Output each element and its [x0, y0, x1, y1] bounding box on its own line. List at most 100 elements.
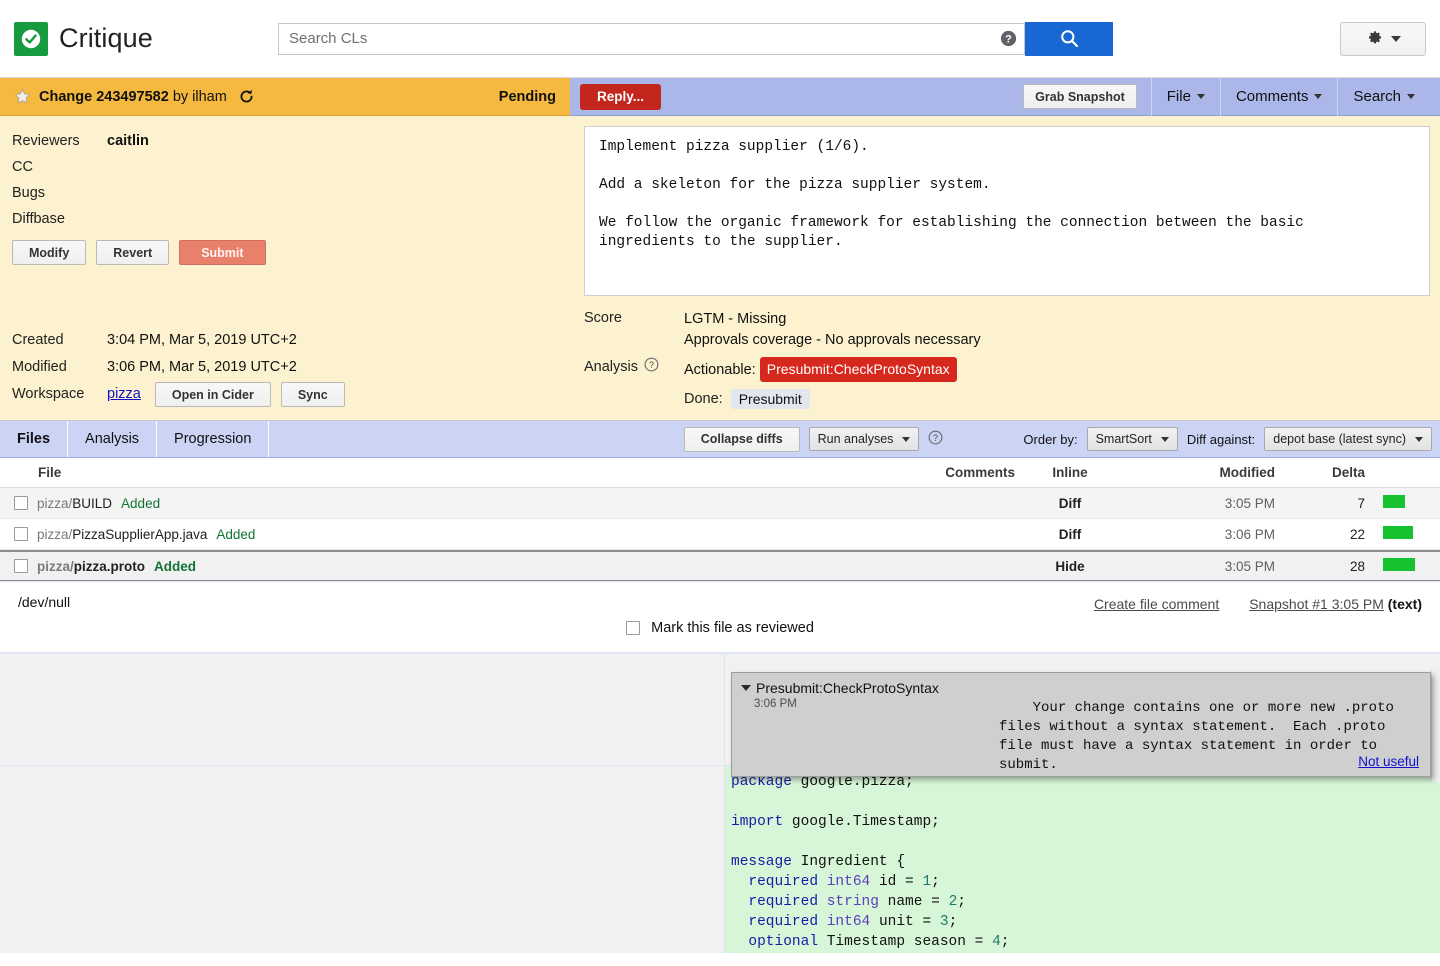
code-line: optional Timestamp season = 4; [731, 932, 1440, 952]
code-token: message [731, 854, 792, 870]
code-token: Ingredient { [792, 854, 905, 870]
file-path[interactable]: pizza/BUILD [37, 496, 112, 511]
meta-created-label: Created [12, 327, 107, 354]
file-dir: pizza/ [37, 527, 72, 542]
actionable-badge[interactable]: Presubmit:CheckProtoSyntax [760, 357, 957, 382]
search-input[interactable] [278, 23, 993, 55]
column-header-file[interactable]: File [0, 465, 820, 480]
score-line-1: LGTM - Missing [684, 309, 981, 330]
menu-file[interactable]: File [1151, 78, 1220, 116]
code-token: required [748, 914, 818, 930]
delta-bar [1383, 495, 1405, 508]
code-line: required string name = 2; [731, 892, 1440, 912]
score-line-2: Approvals coverage - No approvals necess… [684, 330, 981, 351]
code-token: required [748, 894, 818, 910]
snapshot-group: Snapshot #1 3:05 PM (text) [1249, 596, 1422, 612]
search-button[interactable] [1025, 22, 1113, 56]
comment-popup-text: Your change contains one or more new .pr… [999, 700, 1394, 773]
diff-against-select[interactable]: depot base (latest sync) [1264, 427, 1432, 451]
meta-created-value: 3:04 PM, Mar 5, 2019 UTC+2 [107, 327, 297, 354]
create-file-comment-link[interactable]: Create file comment [1094, 596, 1219, 612]
file-inline-toggle[interactable]: Hide [1015, 559, 1125, 574]
tab-analysis[interactable]: Analysis [68, 421, 157, 457]
submit-button[interactable]: Submit [179, 240, 265, 265]
tab-bar-spacer [269, 421, 683, 457]
code-line [731, 792, 1440, 812]
code-token: 2 [949, 894, 958, 910]
presubmit-comment-popup[interactable]: Presubmit:CheckProtoSyntax 3:06 PM Your … [731, 672, 1431, 777]
comment-popup-title-row[interactable]: Presubmit:CheckProtoSyntax [741, 680, 999, 696]
modify-button[interactable]: Modify [12, 240, 86, 265]
reply-button[interactable]: Reply... [580, 84, 661, 110]
open-in-cider-button[interactable]: Open in Cider [155, 382, 271, 407]
file-checkbox[interactable] [14, 527, 28, 541]
file-checkbox[interactable] [14, 496, 28, 510]
code-token: string [827, 894, 879, 910]
diff-header-links: Create file comment Snapshot #1 3:05 PM … [1094, 596, 1422, 612]
table-row[interactable]: pizza/PizzaSupplierApp.java AddedDiff3:0… [0, 519, 1440, 550]
run-analyses-button[interactable]: Run analyses [809, 427, 920, 451]
score-row: Score LGTM - Missing Approvals coverage … [584, 309, 1430, 351]
file-checkbox[interactable] [14, 559, 28, 573]
score-label: Score [584, 309, 684, 326]
change-bar-right: Reply... Grab Snapshot File Comments Sea… [570, 78, 1440, 116]
sync-button[interactable]: Sync [281, 382, 345, 407]
code-token: ; [1001, 934, 1010, 950]
tab-progression[interactable]: Progression [157, 421, 269, 457]
diff-code-pane[interactable]: package google.pizza; import google.Time… [725, 766, 1440, 953]
top-bar: Critique ? [0, 0, 1440, 78]
chevron-down-icon [902, 437, 910, 442]
file-inline-toggle[interactable]: Diff [1015, 496, 1125, 511]
diff-left-pane-top [0, 654, 725, 765]
file-dir: pizza/ [37, 496, 72, 511]
toolbar-help-icon[interactable]: ? [928, 430, 943, 448]
code-token: optional [748, 934, 818, 950]
grab-snapshot-button[interactable]: Grab Snapshot [1023, 84, 1137, 109]
file-path[interactable]: pizza/pizza.proto [37, 559, 145, 574]
triangle-down-icon[interactable] [741, 685, 751, 691]
code-token: ; [931, 874, 940, 890]
done-label: Done: [684, 391, 723, 407]
table-row[interactable]: pizza/BUILD AddedDiff3:05 PM7 [0, 488, 1440, 519]
chevron-down-icon [1197, 94, 1205, 99]
order-by-select[interactable]: SmartSort [1087, 427, 1178, 451]
settings-button[interactable] [1340, 22, 1426, 56]
files-toolbar: Collapse diffs Run analyses ? Order by: … [684, 421, 1440, 457]
order-by-value: SmartSort [1096, 432, 1152, 446]
file-inline-toggle[interactable]: Diff [1015, 527, 1125, 542]
brand[interactable]: Critique [14, 22, 254, 56]
change-description[interactable]: Implement pizza supplier (1/6). Add a sk… [584, 126, 1430, 296]
snapshot-link[interactable]: Snapshot #1 3:05 PM [1249, 596, 1384, 612]
refresh-icon[interactable] [238, 88, 255, 105]
star-icon[interactable] [14, 88, 31, 105]
file-path[interactable]: pizza/PizzaSupplierApp.java [37, 527, 207, 542]
code-token: id = [870, 874, 922, 890]
column-header-comments[interactable]: Comments [820, 465, 1015, 480]
mark-reviewed-checkbox[interactable] [626, 621, 640, 635]
menu-comments[interactable]: Comments [1220, 78, 1338, 116]
not-useful-link[interactable]: Not useful [1358, 752, 1419, 771]
file-table-header: File Comments Inline Modified Delta [0, 458, 1440, 488]
table-row[interactable]: pizza/pizza.proto AddedHide3:05 PM28 [0, 550, 1440, 581]
delta-bar [1383, 526, 1413, 539]
file-dir: pizza/ [37, 559, 74, 574]
column-header-modified[interactable]: Modified [1125, 465, 1275, 480]
meta-created: Created 3:04 PM, Mar 5, 2019 UTC+2 [12, 327, 557, 354]
code-token: 4 [992, 934, 1001, 950]
tab-files[interactable]: Files [0, 421, 68, 457]
change-info-panel: Reviewers caitlin CC Bugs Diffbase Modif… [0, 116, 1440, 421]
workspace-link[interactable]: pizza [107, 381, 141, 408]
revert-button[interactable]: Revert [96, 240, 169, 265]
collapse-diffs-button[interactable]: Collapse diffs [684, 427, 800, 452]
column-header-inline[interactable]: Inline [1015, 465, 1125, 480]
column-header-delta[interactable]: Delta [1275, 465, 1365, 480]
help-circle-icon[interactable]: ? [644, 357, 659, 376]
menu-search[interactable]: Search [1337, 78, 1430, 116]
file-delta-bar-cell [1365, 495, 1440, 511]
file-modified-cell: 3:05 PM [1125, 496, 1275, 511]
field-reviewers-value[interactable]: caitlin [107, 128, 149, 154]
done-badge[interactable]: Presubmit [731, 389, 810, 409]
search-help-icon[interactable]: ? [993, 23, 1025, 55]
field-diffbase-label: Diffbase [12, 206, 107, 232]
diff-scrollbar[interactable] [1431, 670, 1440, 782]
